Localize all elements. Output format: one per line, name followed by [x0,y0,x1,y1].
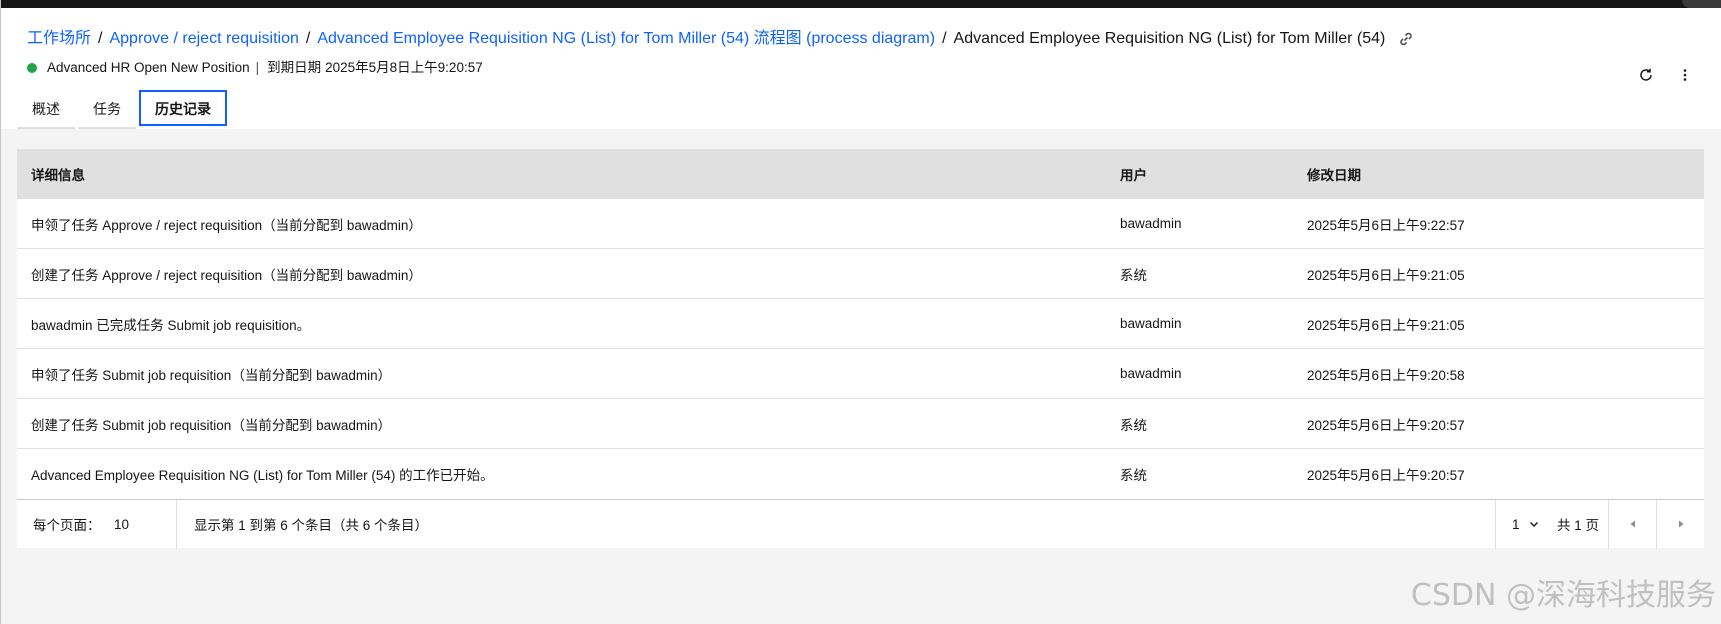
cell-date: 2025年5月6日上午9:20:57 [1307,468,1465,483]
cell-date: 2025年5月6日上午9:22:57 [1307,217,1465,233]
overflow-menu-button[interactable] [1672,62,1698,88]
cell-date: 2025年5月6日上午9:20:57 [1307,417,1465,433]
top-bar-corner [1682,0,1721,8]
cell-details: 创建了任务 Approve / reject requisition（当前分配到… [31,267,422,283]
breadcrumb: 工作场所 / Approve / reject requisition / Ad… [27,28,1415,50]
tab-history[interactable]: 历史记录 [139,90,227,126]
cell-date: 2025年5月6日上午9:21:05 [1307,317,1465,333]
cell-user: 系统 [1120,468,1147,483]
items-per-page-select[interactable]: 10 [114,499,177,549]
breadcrumb-separator: / [942,30,947,47]
cell-user: bawadmin [1120,366,1182,381]
process-name: Advanced HR Open New Position [47,60,250,75]
breadcrumb-item-task[interactable]: Approve / reject requisition [109,28,298,50]
history-table: 详细信息 用户 修改日期 申领了任务 Approve / reject requ… [17,149,1704,549]
cell-details: bawadmin 已完成任务 Submit job requisition。 [31,317,311,333]
next-page-button[interactable] [1656,499,1704,549]
breadcrumb-separator: / [305,30,311,47]
table-row: Advanced Employee Requisition NG (List) … [17,449,1704,499]
page-number-value: 1 [1512,516,1520,532]
breadcrumb-item-workplace[interactable]: 工作场所 [27,28,91,50]
page-number-select[interactable]: 1 [1495,499,1543,549]
previous-page-button[interactable] [1608,499,1656,549]
cell-user: 系统 [1120,267,1147,283]
tab-list: 概述 任务 历史记录 [17,89,230,129]
due-date: 2025年5月8日上午9:20:57 [325,60,483,75]
page-header: 工作场所 / Approve / reject requisition / Ad… [1,8,1721,129]
breadcrumb-item-process-diagram[interactable]: Advanced Employee Requisition NG (List) … [317,28,935,50]
pagination-range-text: 显示第 1 到第 6 个条目（共 6 个条目） [194,518,429,533]
table-row: 申领了任务 Approve / reject requisition（当前分配到… [17,199,1704,249]
table-header: 详细信息 用户 修改日期 [17,149,1704,199]
caret-left-icon [1630,520,1635,528]
status-separator: | [255,60,260,75]
pagination: 每个页面： 10 显示第 1 到第 6 个条目（共 6 个条目） 1 共 1 页 [17,499,1704,549]
breadcrumb-separator: / [98,30,103,47]
cell-details: 申领了任务 Approve / reject requisition（当前分配到… [31,217,422,233]
cell-user: bawadmin [1120,216,1182,231]
cell-date: 2025年5月6日上午9:20:58 [1307,367,1465,383]
table-row: bawadmin 已完成任务 Submit job requisition。 b… [17,299,1704,349]
due-label: 到期日期 [267,60,322,75]
content-area: 详细信息 用户 修改日期 申领了任务 Approve / reject requ… [1,129,1721,624]
caret-right-icon [1678,520,1683,528]
refresh-button[interactable] [1633,62,1659,88]
refresh-icon [1640,68,1652,81]
cell-details: 创建了任务 Submit job requisition（当前分配到 bawad… [31,417,392,433]
column-header-user[interactable]: 用户 [1120,164,1307,184]
total-pages-text: 共 1 页 [1557,518,1600,533]
column-header-details[interactable]: 详细信息 [17,164,1120,184]
column-header-modified[interactable]: 修改日期 [1307,164,1704,184]
cell-user: bawadmin [1120,316,1182,331]
top-bar [1,0,1721,8]
overflow-menu-icon [1683,69,1687,81]
cell-details: 申领了任务 Submit job requisition（当前分配到 bawad… [31,367,392,383]
tab-overview[interactable]: 概述 [17,89,75,129]
status-indicator [27,63,37,73]
cell-date: 2025年5月6日上午9:21:05 [1307,267,1465,283]
table-row: 申领了任务 Submit job requisition（当前分配到 bawad… [17,349,1704,399]
breadcrumb-current: Advanced Employee Requisition NG (List) … [953,30,1386,47]
link-icon[interactable] [1397,30,1415,48]
process-status: Advanced HR Open New Position | 到期日期 202… [27,59,483,77]
items-per-page-label: 每个页面： [33,518,101,533]
cell-details: Advanced Employee Requisition NG (List) … [31,468,494,483]
table-row: 创建了任务 Approve / reject requisition（当前分配到… [17,249,1704,299]
watermark: CSDN @深海科技服务 [1410,578,1716,613]
cell-user: 系统 [1120,417,1147,433]
table-row: 创建了任务 Submit job requisition（当前分配到 bawad… [17,399,1704,449]
tab-tasks[interactable]: 任务 [78,89,136,129]
chevron-down-icon [1529,519,1539,529]
